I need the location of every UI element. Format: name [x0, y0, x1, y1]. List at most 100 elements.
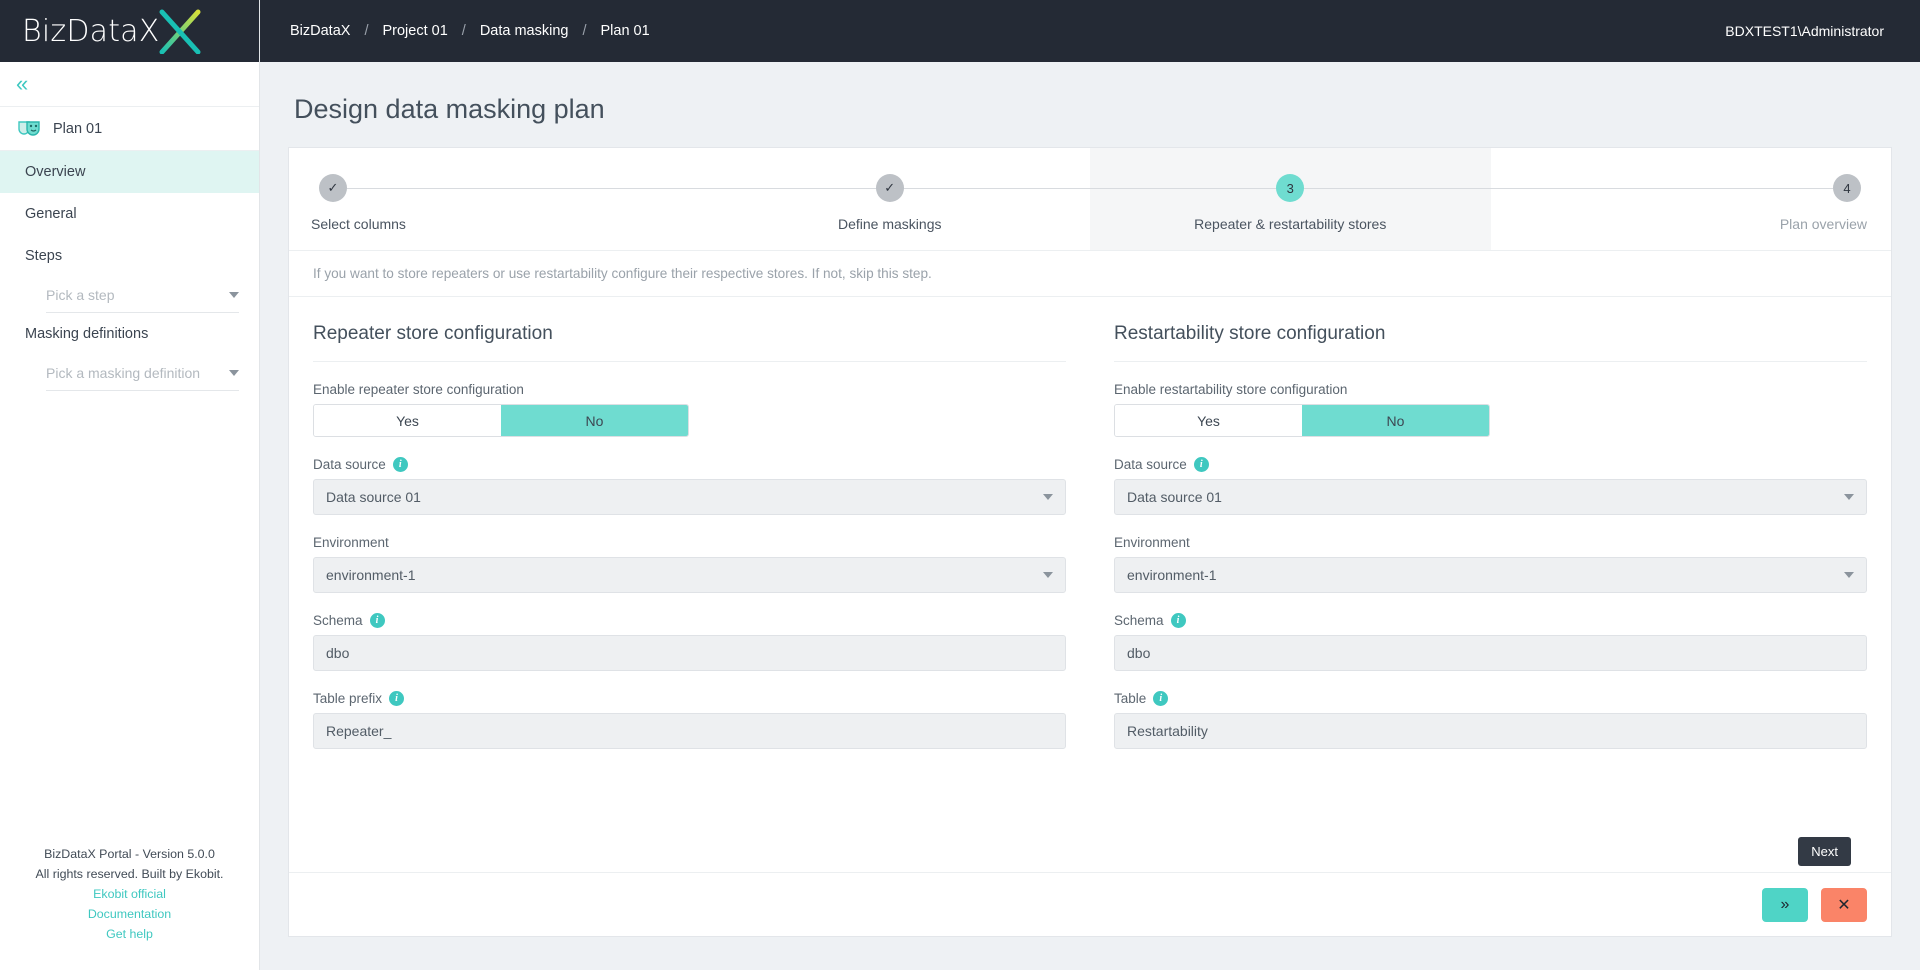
- wizard-step-define-maskings[interactable]: ✓ Define maskings: [689, 148, 1090, 250]
- next-tooltip-wrap: Next: [289, 812, 1891, 872]
- wizard-stepper: ✓ Select columns ✓ Define maskings 3 Rep…: [289, 148, 1891, 251]
- step-marker: ✓: [319, 174, 347, 202]
- label-text: Data source: [1114, 457, 1187, 472]
- current-user-label[interactable]: BDXTEST1\Administrator: [1725, 23, 1884, 39]
- pick-a-masking-definition-select[interactable]: Pick a masking definition: [46, 355, 239, 391]
- step-connector-line: [1490, 188, 1833, 189]
- step-label: Plan overview: [1779, 216, 1867, 232]
- restartability-table-input[interactable]: Restartability: [1114, 713, 1867, 749]
- double-chevron-left-icon: «: [16, 71, 29, 96]
- sidebar-item-overview[interactable]: Overview: [0, 151, 259, 193]
- input-value: Repeater_: [326, 723, 392, 739]
- repeater-table-prefix-field: Table prefix i Repeater_: [313, 691, 1066, 749]
- breadcrumb: BizDataX / Project 01 / Data masking / P…: [290, 23, 650, 39]
- toggle-option-yes[interactable]: Yes: [1115, 405, 1302, 436]
- repeater-enable-field: Enable repeater store configuration Yes …: [313, 382, 1066, 437]
- select-value: environment-1: [1127, 567, 1217, 583]
- restartability-enable-label: Enable restartability store configuratio…: [1114, 382, 1867, 397]
- repeater-schema-field: Schema i dbo: [313, 613, 1066, 671]
- step-label: Select columns: [311, 216, 406, 232]
- theater-masks-icon: [18, 120, 40, 136]
- step-label: Repeater & restartability stores: [1194, 216, 1387, 232]
- sidebar-item-label: General: [25, 206, 77, 222]
- sidebar-group-label: Masking definitions: [25, 326, 149, 342]
- repeater-enable-label: Enable repeater store configuration: [313, 382, 1066, 397]
- repeater-store-panel: Repeater store configuration Enable repe…: [289, 297, 1090, 812]
- sidebar: BizDataX « Plan 01 Overview General Step…: [0, 0, 260, 970]
- step-marker: 4: [1833, 174, 1861, 202]
- toggle-option-no[interactable]: No: [1302, 405, 1489, 436]
- repeater-data-source-select[interactable]: Data source 01: [313, 479, 1066, 515]
- chevron-down-icon: [229, 369, 239, 376]
- toggle-option-no[interactable]: No: [501, 405, 688, 436]
- input-value: dbo: [1127, 645, 1151, 661]
- footer-link-documentation[interactable]: Documentation: [10, 904, 249, 924]
- brand-logo[interactable]: BizDataX: [0, 0, 259, 62]
- breadcrumb-item-data-masking[interactable]: Data masking: [480, 23, 569, 39]
- chevron-down-icon: [229, 291, 239, 298]
- repeater-environment-select[interactable]: environment-1: [313, 557, 1066, 593]
- next-button[interactable]: »: [1762, 887, 1808, 922]
- repeater-table-prefix-label: Table prefix i: [313, 691, 1066, 706]
- sidebar-collapse-button[interactable]: «: [0, 62, 259, 107]
- breadcrumb-item-project[interactable]: Project 01: [382, 23, 447, 39]
- breadcrumb-separator: /: [582, 23, 587, 39]
- label-text: Schema: [313, 613, 363, 628]
- label-text: Table: [1114, 691, 1147, 706]
- pick-a-step-select[interactable]: Pick a step: [46, 277, 239, 313]
- cancel-button[interactable]: ✕: [1821, 887, 1867, 922]
- restartability-schema-label: Schema i: [1114, 613, 1867, 628]
- repeater-table-prefix-input[interactable]: Repeater_: [313, 713, 1066, 749]
- repeater-data-source-label: Data source i: [313, 457, 1066, 472]
- wizard-card: ✓ Select columns ✓ Define maskings 3 Rep…: [288, 147, 1892, 937]
- chevron-down-icon: [1844, 494, 1854, 500]
- footer-link-ekobit-official[interactable]: Ekobit official: [10, 884, 249, 904]
- repeater-enable-toggle[interactable]: Yes No: [313, 404, 689, 437]
- sidebar-item-label: Steps: [25, 248, 63, 264]
- sidebar-item-label: Overview: [25, 164, 86, 180]
- label-text: Enable restartability store configuratio…: [1114, 382, 1348, 397]
- restartability-data-source-select[interactable]: Data source 01: [1114, 479, 1867, 515]
- step-connector-line: [347, 188, 690, 189]
- label-text: Environment: [1114, 535, 1190, 550]
- wizard-step-repeater-restartability[interactable]: 3 Repeater & restartability stores: [1090, 148, 1491, 250]
- info-icon[interactable]: i: [1193, 457, 1209, 472]
- repeater-schema-label: Schema i: [313, 613, 1066, 628]
- breadcrumb-item-bizdatax[interactable]: BizDataX: [290, 23, 350, 39]
- repeater-schema-input[interactable]: dbo: [313, 635, 1066, 671]
- chevron-down-icon: [1844, 572, 1854, 578]
- form-columns: Repeater store configuration Enable repe…: [289, 297, 1891, 812]
- label-text: Schema: [1114, 613, 1164, 628]
- info-icon[interactable]: i: [389, 691, 405, 706]
- restartability-enable-toggle[interactable]: Yes No: [1114, 404, 1490, 437]
- repeater-section-title: Repeater store configuration: [313, 323, 1066, 362]
- info-icon[interactable]: i: [1153, 691, 1169, 706]
- breadcrumb-item-plan[interactable]: Plan 01: [601, 23, 650, 39]
- label-text: Data source: [313, 457, 386, 472]
- restartability-data-source-label: Data source i: [1114, 457, 1867, 472]
- info-icon[interactable]: i: [1170, 613, 1186, 628]
- restartability-environment-select[interactable]: environment-1: [1114, 557, 1867, 593]
- sidebar-group-masking-definitions[interactable]: Masking definitions: [0, 313, 259, 355]
- toggle-option-yes[interactable]: Yes: [314, 405, 501, 436]
- footer-link-get-help[interactable]: Get help: [10, 924, 249, 944]
- card-action-bar: » ✕: [289, 872, 1891, 936]
- info-icon[interactable]: i: [392, 457, 408, 472]
- select-value: Data source 01: [1127, 489, 1222, 505]
- app-root: BizDataX « Plan 01 Overview General Step…: [0, 0, 1920, 970]
- restartability-table-field: Table i Restartability: [1114, 691, 1867, 749]
- sidebar-item-steps[interactable]: Steps: [0, 235, 259, 277]
- breadcrumb-separator: /: [461, 23, 466, 39]
- label-text: Environment: [313, 535, 389, 550]
- next-tooltip: Next: [1798, 837, 1851, 866]
- sidebar-plan-header[interactable]: Plan 01: [0, 107, 259, 151]
- restartability-data-source-field: Data source i Data source 01: [1114, 457, 1867, 515]
- wizard-step-plan-overview[interactable]: 4 Plan overview: [1490, 148, 1892, 250]
- info-icon[interactable]: i: [369, 613, 385, 628]
- restartability-schema-input[interactable]: dbo: [1114, 635, 1867, 671]
- sidebar-item-general[interactable]: General: [0, 193, 259, 235]
- restartability-enable-field: Enable restartability store configuratio…: [1114, 382, 1867, 437]
- sidebar-footer: BizDataX Portal - Version 5.0.0 All righ…: [0, 844, 259, 970]
- wizard-step-select-columns[interactable]: ✓ Select columns: [289, 148, 690, 250]
